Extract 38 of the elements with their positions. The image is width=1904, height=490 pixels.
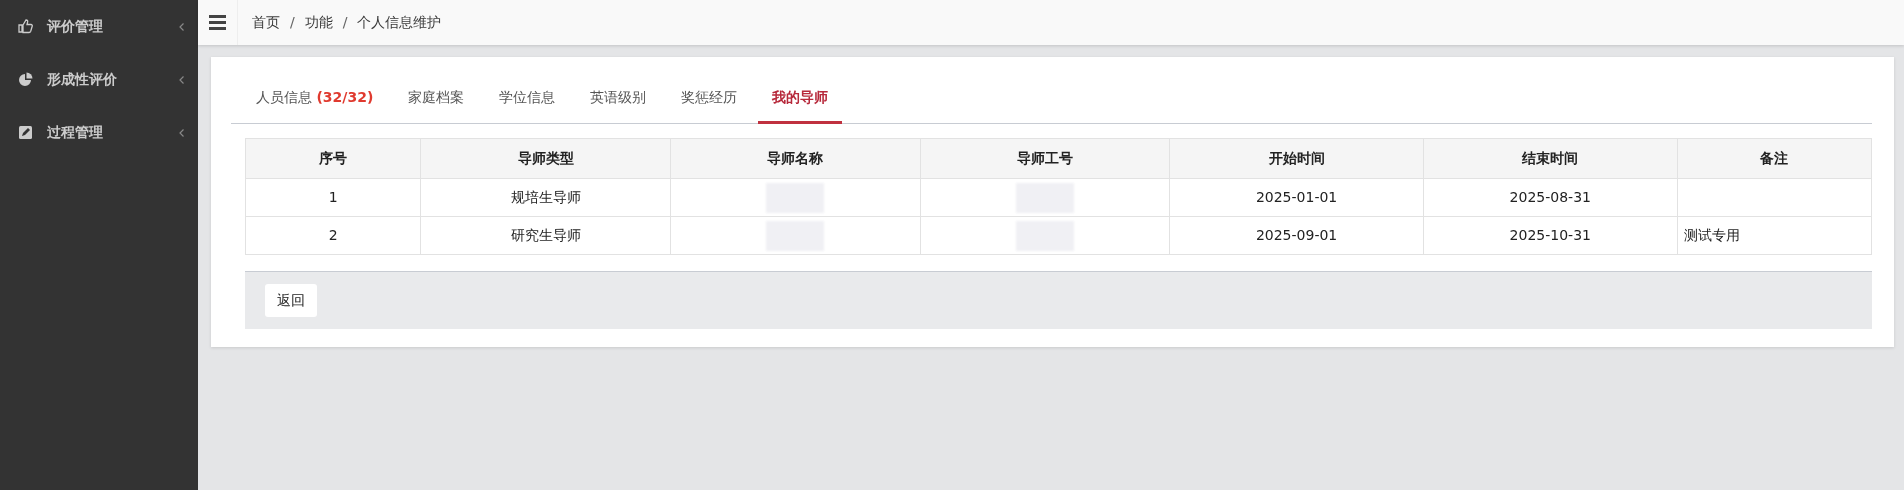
sidebar-item[interactable]: 评价管理 [0,0,198,53]
tab[interactable]: 奖惩经历 [667,75,752,124]
table-cell: 1 [245,178,421,217]
column-header: 备注 [1677,138,1872,179]
table-cell: 2025-01-01 [1169,178,1424,217]
table-cell: 规培生导师 [420,178,671,217]
column-header: 结束时间 [1423,138,1678,179]
pencil-icon [18,125,33,140]
sidebar-item[interactable]: 形成性评价 [0,53,198,106]
breadcrumb-separator: / [341,13,349,32]
breadcrumb-link[interactable]: 功能 [304,12,333,33]
chevron-icon [179,128,184,137]
column-header: 导师名称 [670,138,921,179]
pie-chart-icon [18,72,33,87]
table-cell: 2 [245,216,421,255]
tab[interactable]: 家庭档案 [394,75,479,124]
table-cell: 2025-08-31 [1423,178,1678,217]
table-cell: 2025-09-01 [1169,216,1424,255]
column-header: 序号 [245,138,421,179]
sidebar-item[interactable]: 过程管理 [0,106,198,159]
tab[interactable]: 学位信息 [485,75,570,124]
breadcrumb-separator: / [289,13,296,32]
menu-icon [209,15,226,30]
table-cell: 2025-10-31 [1423,216,1678,255]
breadcrumb-link[interactable]: 首页 [252,12,280,33]
tab[interactable]: 我的导师 [758,75,843,124]
column-header: 导师类型 [420,138,671,179]
tab[interactable]: 英语级别 [576,75,661,124]
table-cell: 研究生导师 [420,216,671,255]
back-button[interactable]: 返回 [265,284,317,317]
breadcrumb-link[interactable]: 个人信息维护 [357,12,442,33]
table-cell: 测试专用 [1677,216,1872,255]
chevron-icon [179,22,184,31]
column-header: 导师工号 [920,138,1170,179]
tab[interactable]: 人员信息 (32/32) [242,75,388,124]
thumbs-up-icon [18,19,33,34]
column-header: 开始时间 [1169,138,1424,179]
chevron-icon [179,75,184,84]
